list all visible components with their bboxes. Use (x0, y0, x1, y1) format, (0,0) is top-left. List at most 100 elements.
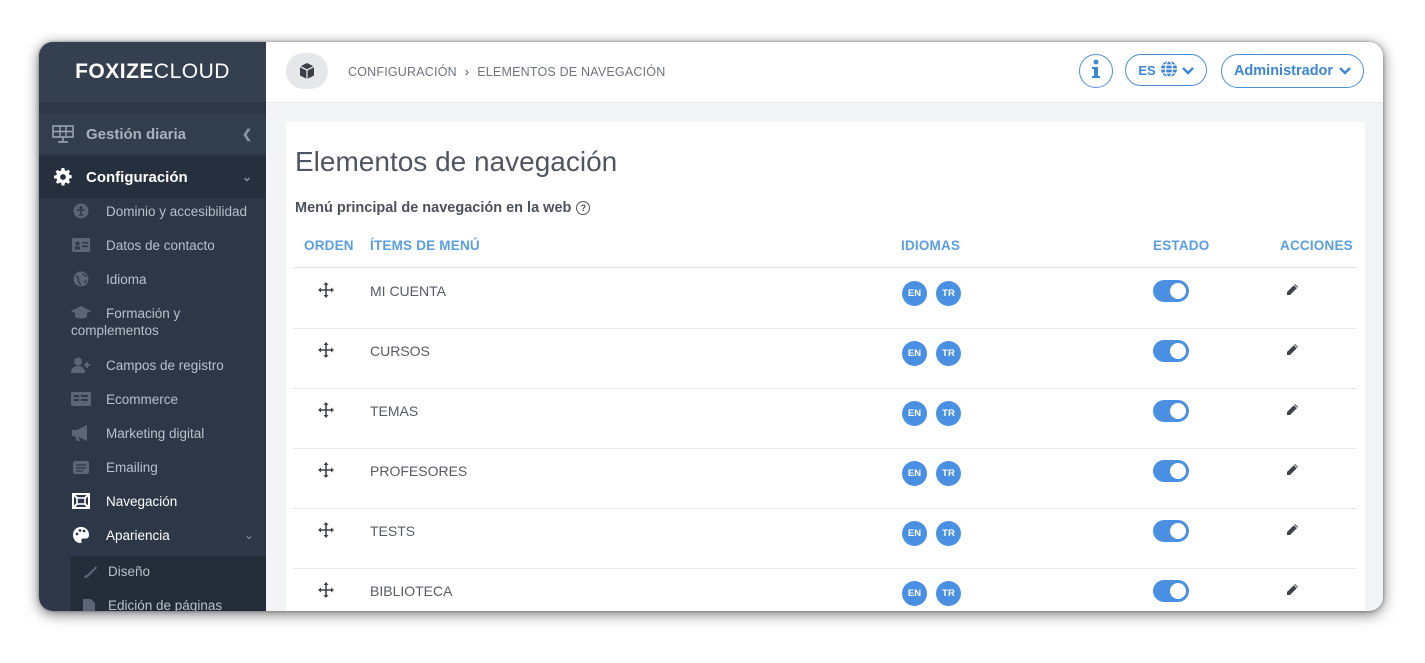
language-badge-tr[interactable]: TR (936, 461, 961, 486)
logo-light-text: CLOUD (153, 60, 230, 83)
sidebar-item-ecommerce[interactable]: Ecommerce (71, 391, 178, 407)
language-badge-tr[interactable]: TR (936, 341, 961, 366)
cube-icon[interactable] (286, 53, 328, 89)
page-title: Elementos de navegación (295, 146, 618, 177)
pencil-icon[interactable] (1285, 523, 1299, 537)
section-title: Menú principal de navegación en la web ? (295, 200, 591, 216)
pencil-icon[interactable] (1285, 283, 1299, 297)
sidebar-item-formacion-line2: complementos (71, 323, 159, 338)
status-toggle[interactable] (1153, 580, 1189, 602)
column-header-idiomas[interactable]: IDIOMAS (901, 238, 960, 253)
status-toggle[interactable] (1153, 400, 1189, 422)
toggle-knob (1170, 403, 1186, 419)
status-toggle[interactable] (1153, 280, 1189, 302)
sidebar: FOXIZE CLOUD Gestión diaria ❮ Configuraci… (39, 42, 266, 611)
help-icon[interactable]: ? (576, 201, 591, 215)
sidebar-item-datos-contacto[interactable]: Datos de contacto (71, 237, 215, 253)
column-header-orden[interactable]: ORDEN (304, 238, 354, 253)
language-badge-en[interactable]: EN (902, 521, 927, 546)
language-badge-en[interactable]: EN (902, 581, 927, 606)
app-window: FOXIZE CLOUD Gestión diaria ❮ Configuraci… (39, 42, 1383, 611)
user-menu-button[interactable]: Administrador (1221, 54, 1364, 88)
pencil-icon[interactable] (1285, 463, 1299, 477)
top-bar: CONFIGURACIÓN › ELEMENTOS DE NAVEGACIÓN ES… (266, 42, 1383, 103)
drag-handle-icon[interactable] (318, 522, 334, 538)
chevron-left-icon: ❮ (241, 127, 252, 141)
status-toggle[interactable] (1153, 460, 1189, 482)
globe-icon (1160, 59, 1178, 81)
menu-item-label: CURSOS (370, 343, 430, 359)
pencil-icon[interactable] (1285, 403, 1299, 417)
sidebar-item-idioma[interactable]: Idioma (71, 271, 147, 287)
column-header-items[interactable]: ÍTEMS DE MENÚ (370, 238, 480, 253)
chevron-down-icon (1339, 63, 1351, 79)
sidebar-subitem-edicion-paginas[interactable]: Edición de páginas (83, 598, 222, 611)
language-badge-en[interactable]: EN (902, 461, 927, 486)
chevron-right-icon: › (464, 65, 470, 79)
sidebar-item-marketing[interactable]: Marketing digital (71, 425, 204, 441)
sidebar-item-formacion[interactable]: Formación y (71, 305, 180, 321)
sidebar-item-dominio[interactable]: Dominio y accesibilidad (71, 203, 247, 219)
info-icon (1091, 59, 1101, 84)
mail-icon (71, 459, 91, 475)
breadcrumb-item[interactable]: CONFIGURACIÓN (348, 65, 457, 79)
table-row: MI CUENTA EN TR (293, 268, 1357, 329)
gear-icon (52, 168, 74, 186)
menu-item-label: MI CUENTA (370, 283, 446, 299)
sidebar-subitem-diseno[interactable]: Diseño (83, 564, 150, 579)
language-badge-tr[interactable]: TR (936, 581, 961, 606)
sidebar-item-emailing[interactable]: Emailing (71, 459, 158, 475)
sidebar-item-label: Campos de registro (106, 357, 224, 373)
toggle-knob (1170, 583, 1186, 599)
sidebar-item-navegacion[interactable]: Navegación (71, 493, 177, 509)
sidebar-item-label: Ecommerce (106, 391, 179, 407)
pencil-icon[interactable] (1285, 583, 1299, 597)
status-toggle[interactable] (1153, 520, 1189, 542)
content-card: Elementos de navegación Menú principal d… (286, 122, 1365, 611)
sidebar-group-configuracion[interactable]: Configuración ⌄ (39, 156, 266, 198)
menu-item-label: PROFESORES (370, 463, 468, 479)
drag-handle-icon[interactable] (318, 342, 334, 358)
section-title-text: Menú principal de navegación en la web (295, 200, 572, 216)
drag-handle-icon[interactable] (318, 282, 334, 298)
solar-panel-icon (52, 125, 74, 143)
language-badge-en[interactable]: EN (902, 281, 927, 306)
info-button[interactable] (1079, 54, 1113, 88)
toggle-knob (1170, 343, 1186, 359)
user-plus-icon (71, 357, 91, 373)
drag-handle-icon[interactable] (318, 402, 334, 418)
menu-item-label: TEMAS (370, 403, 419, 419)
sidebar-group-gestion-diaria[interactable]: Gestión diaria ❮ (39, 114, 266, 154)
column-header-estado[interactable]: ESTADO (1153, 238, 1209, 253)
breadcrumb-item-current: ELEMENTOS DE NAVEGACIÓN (477, 65, 666, 79)
sidebar-group-label: Gestión diaria (86, 125, 187, 143)
drag-handle-icon[interactable] (318, 462, 334, 478)
toggle-knob (1170, 283, 1186, 299)
sidebar-item-label: Formación y (106, 305, 181, 321)
sidebar-item-apariencia[interactable]: Apariencia ⌄ (71, 527, 254, 543)
pencil-icon[interactable] (1285, 343, 1299, 357)
drag-handle-icon[interactable] (318, 582, 334, 598)
globe-icon (71, 271, 91, 287)
id-card-icon (71, 237, 91, 253)
sidebar-subitem-label: Diseño (108, 564, 151, 579)
language-badge-tr[interactable]: TR (936, 521, 961, 546)
language-badge-tr[interactable]: TR (936, 281, 961, 306)
language-badge-tr[interactable]: TR (936, 401, 961, 426)
table-row: TESTS EN TR (293, 508, 1357, 569)
navigation-frame-icon (71, 493, 91, 509)
language-badge-en[interactable]: EN (902, 341, 927, 366)
language-label: ES (1138, 62, 1156, 78)
column-header-acciones[interactable]: ACCIONES (1280, 238, 1353, 253)
menu-item-label: TESTS (370, 523, 416, 539)
sidebar-item-label: Apariencia (106, 527, 170, 543)
table-row: BIBLIOTECA EN TR (293, 568, 1357, 611)
sidebar-item-campos-registro[interactable]: Campos de registro (71, 357, 224, 373)
money-icon (71, 391, 91, 407)
chevron-down-icon: ⌄ (243, 528, 254, 542)
breadcrumb: CONFIGURACIÓN › ELEMENTOS DE NAVEGACIÓN (348, 65, 665, 79)
logo[interactable]: FOXIZE CLOUD (39, 42, 266, 102)
language-selector[interactable]: ES (1125, 54, 1207, 86)
language-badge-en[interactable]: EN (902, 401, 927, 426)
status-toggle[interactable] (1153, 340, 1189, 362)
